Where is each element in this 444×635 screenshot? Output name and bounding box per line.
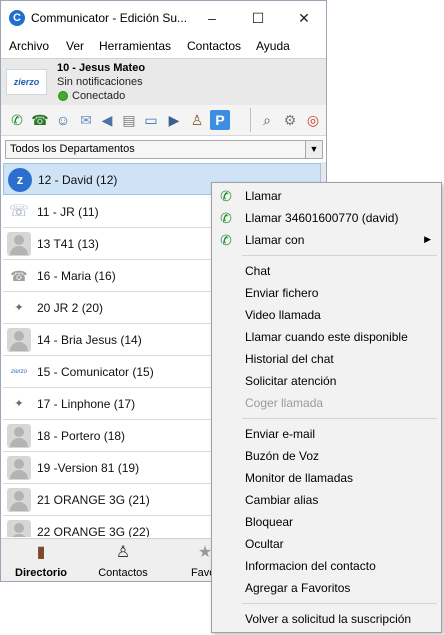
menu-item-bloquear[interactable]: Bloquear [212, 511, 441, 533]
tab-label: Contactos [98, 567, 148, 579]
contact-name: 22 ORANGE 3G (22) [37, 525, 150, 537]
megaphone-icon[interactable]: ◀ [97, 110, 117, 130]
zierzo-badge-icon: z [8, 168, 32, 192]
contact-name: 18 - Portero (18) [37, 429, 126, 443]
contact-name: 19 -Version 81 (19) [37, 461, 140, 475]
menu-item-ocultar[interactable]: Ocultar [212, 533, 441, 555]
lifebuoy-icon[interactable]: ◎ [303, 110, 323, 130]
menu-item-coger-llamada: Coger llamada [245, 396, 324, 410]
menu-item-chat[interactable]: Chat [212, 260, 441, 282]
contact-name: 17 - Linphone (17) [37, 397, 136, 411]
menu-archivo[interactable]: Archivo [9, 39, 49, 53]
menu-item-video-llamada[interactable]: Video llamada [212, 304, 441, 326]
menu-ayuda[interactable]: Ayuda [256, 39, 290, 53]
menu-item-historial-chat[interactable]: Historial del chat [212, 348, 441, 370]
menu-item-llamar-numero[interactable]: ✆ Llamar 34601600770 (david) [212, 207, 441, 229]
menu-herramientas[interactable]: Herramientas [99, 39, 171, 53]
contact-name: 14 - Bria Jesus (14) [37, 333, 142, 347]
chevron-down-icon[interactable]: ▼ [305, 141, 322, 158]
menu-contactos[interactable]: Contactos [187, 39, 241, 53]
contact-name: 13 T41 (13) [37, 237, 99, 251]
toolbar-divider [250, 108, 251, 132]
menu-separator [242, 255, 437, 256]
context-menu: ✆ Llamar ✆ Llamar 34601600770 (david) ✆ … [211, 182, 442, 633]
transfer-icon[interactable]: ☎ [30, 110, 50, 130]
menu-ver[interactable]: Ver [66, 39, 84, 53]
window-title: Communicator - Edición Su... [31, 11, 188, 25]
search-icon[interactable]: ⌕ [257, 110, 277, 130]
department-select[interactable]: Todos los Departamentos ▼ [5, 140, 323, 159]
phone-icon: ✆ [220, 188, 232, 204]
menu-bar: Archivo Ver Herramientas Contactos Ayuda [1, 37, 326, 57]
status-dot-icon [58, 91, 68, 101]
menu-item-enviar-fichero[interactable]: Enviar fichero [212, 282, 441, 304]
gear-icon[interactable]: ⚙ [280, 110, 300, 130]
menu-item-buzon-voz[interactable]: Buzón de Voz [212, 445, 441, 467]
person-icon [7, 520, 31, 537]
minimize-button[interactable]: – [189, 1, 235, 35]
tab-contactos[interactable]: ♙ Contactos [91, 539, 155, 581]
agent-icon[interactable]: ♙ [187, 110, 207, 130]
contact-name: 12 - David (12) [38, 173, 118, 187]
toolbar: ✆ ☎ ☺ ✉ ◀ ▤ ▭ ▶ ♙ P ⌕ ⚙ ◎ [1, 105, 326, 136]
phone-device-icon: ☎ [10, 268, 28, 284]
maximize-button[interactable]: ☐ [235, 1, 281, 35]
communicator-app-icon: C [9, 10, 25, 26]
person-icon [7, 488, 31, 512]
menu-item-llamar-disponible[interactable]: Llamar cuando este disponible [212, 326, 441, 348]
book-icon: ▮ [36, 544, 46, 561]
zierzo-logo-icon: zierzo [10, 369, 27, 375]
small-device-icon: ✦ [14, 398, 24, 410]
close-button[interactable]: ✕ [281, 1, 326, 35]
chevron-right-icon: ▶ [424, 234, 431, 244]
tab-label: Directorio [15, 567, 67, 579]
mail-icon[interactable]: ✉ [76, 110, 96, 130]
menu-separator [242, 603, 437, 604]
person-icon [7, 232, 31, 256]
profile-name: 10 - Jesus Mateo [57, 62, 146, 74]
menu-item-volver-suscripcion[interactable]: Volver a solicitud la suscripción [212, 608, 441, 630]
contact-name: 21 ORANGE 3G (21) [37, 493, 150, 507]
menu-item-enviar-email[interactable]: Enviar e-mail [212, 423, 441, 445]
contact-name: 11 - JR (11) [37, 205, 99, 219]
menu-item-informacion-contacto[interactable]: Informacion del contacto [212, 555, 441, 577]
person-icon [7, 456, 31, 480]
person-icon [7, 328, 31, 352]
card-icon[interactable]: ▭ [141, 110, 161, 130]
video-icon[interactable]: ▶ [164, 110, 184, 130]
menu-item-llamar[interactable]: ✆ Llamar [212, 185, 441, 207]
profile-status[interactable]: Conectado [72, 90, 125, 102]
menu-item-agregar-favoritos[interactable]: Agregar a Favoritos [212, 577, 441, 599]
group-icon[interactable]: ☺ [53, 110, 73, 130]
phone-icon: ✆ [220, 232, 232, 248]
profile-panel: zierzo 10 - Jesus Mateo Sin notificacion… [1, 58, 326, 106]
profile-notifications: Sin notificaciones [57, 76, 143, 88]
phone-icon[interactable]: ✆ [7, 110, 27, 130]
menu-item-solicitar-atencion[interactable]: Solicitar atención [212, 370, 441, 392]
menu-separator [242, 418, 437, 419]
parking-icon[interactable]: P [210, 110, 230, 130]
tab-directorio[interactable]: ▮ Directorio [9, 539, 73, 581]
contact-name: 20 JR 2 (20) [37, 301, 104, 315]
person-icon [7, 424, 31, 448]
printer-icon[interactable]: ▤ [119, 110, 139, 130]
phone-icon: ✆ [220, 210, 232, 226]
title-bar: C Communicator - Edición Su... – ☐ ✕ [1, 1, 326, 35]
menu-item-monitor-llamadas[interactable]: Monitor de llamadas [212, 467, 441, 489]
department-select-value: Todos los Departamentos [10, 143, 135, 155]
contact-name: 15 - Comunicator (15) [37, 365, 154, 379]
device-icon: ☏ [8, 203, 29, 220]
small-device-icon: ✦ [14, 302, 24, 314]
contact-name: 16 - Maria (16) [37, 269, 116, 283]
agent-icon: ♙ [115, 544, 131, 561]
zierzo-logo: zierzo [6, 69, 47, 95]
menu-item-llamar-con[interactable]: ✆ Llamar con ▶ [212, 229, 441, 251]
menu-item-cambiar-alias[interactable]: Cambiar alias [212, 489, 441, 511]
